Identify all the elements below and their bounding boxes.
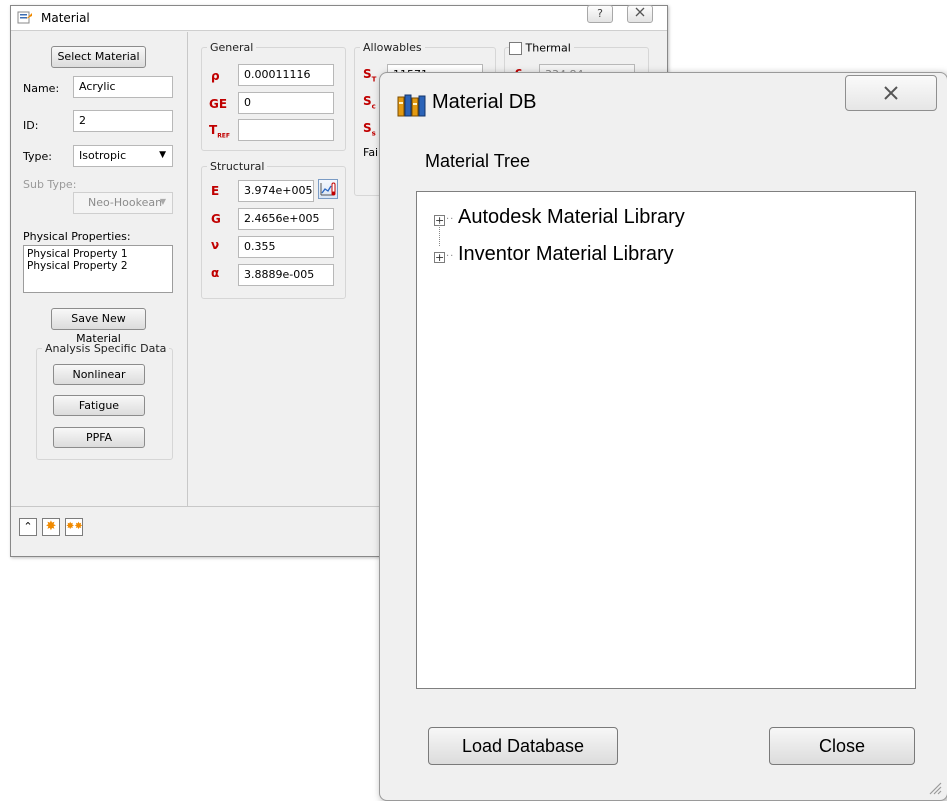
temperature-chart-icon <box>320 182 336 196</box>
tree-line <box>439 222 440 246</box>
dialog-close-x-button[interactable] <box>845 75 937 111</box>
tree-node-label[interactable]: Inventor Material Library <box>458 243 674 266</box>
type-select-value: Isotropic <box>79 149 127 162</box>
name-field[interactable]: Acrylic <box>73 76 173 98</box>
material-db-title: Material DB <box>432 91 537 113</box>
chevron-down-icon: ▼ <box>159 150 166 160</box>
structural-label: Structural <box>207 160 268 173</box>
fatigue-button[interactable]: Fatigue <box>53 395 145 416</box>
type-label: Type: <box>23 150 52 163</box>
expand-plus-icon[interactable]: + <box>434 252 445 263</box>
physical-properties-list[interactable]: Physical Property 1 Physical Property 2 <box>23 245 173 293</box>
type-select[interactable]: Isotropic ▼ <box>73 145 173 167</box>
analysis-specific-label: Analysis Specific Data <box>42 342 170 355</box>
resize-grip-icon[interactable] <box>926 779 942 795</box>
id-label: ID: <box>23 119 39 132</box>
e-field[interactable]: 3.974e+005 <box>238 180 314 202</box>
name-label: Name: <box>23 82 60 95</box>
g-symbol: G <box>211 212 221 226</box>
alpha-field[interactable]: 3.8889e-005 <box>238 264 334 286</box>
select-material-button[interactable]: Select Material <box>51 46 146 68</box>
material-title-bar: Material ? <box>11 5 667 31</box>
temperature-curve-button[interactable] <box>318 179 338 199</box>
ss-symbol: Ss <box>363 121 376 138</box>
ppfa-button[interactable]: PPFA <box>53 427 145 448</box>
subtype-select: Neo-Hookean ▼ <box>73 192 173 214</box>
chevron-down-icon: ▼ <box>159 197 166 206</box>
tree-connector: ·· <box>446 251 455 262</box>
ge-symbol: GE <box>209 97 228 111</box>
close-icon <box>635 7 645 17</box>
subtype-select-value: Neo-Hookean <box>88 196 163 209</box>
books-icon <box>397 94 426 117</box>
nonlinear-button[interactable]: Nonlinear <box>53 364 145 385</box>
rho-field[interactable]: 0.00011116 <box>238 64 334 86</box>
multi-sparkle-icon[interactable]: ✸✸ <box>65 518 83 536</box>
alpha-symbol: α <box>211 266 220 280</box>
list-item[interactable]: Physical Property 2 <box>27 260 169 272</box>
id-field[interactable]: 2 <box>73 110 173 132</box>
close-icon <box>884 86 898 100</box>
material-window-title: Material <box>41 11 90 25</box>
load-database-button[interactable]: Load Database <box>428 727 618 765</box>
material-tree-label: Material Tree <box>425 151 531 171</box>
thermal-header: Thermal <box>509 41 574 55</box>
help-button[interactable]: ? <box>587 5 613 23</box>
window-close-button[interactable] <box>627 5 653 23</box>
sc-symbol: Sc <box>363 94 376 111</box>
list-item[interactable]: Physical Property 1 <box>27 248 169 260</box>
material-tree[interactable]: + ·· Autodesk Material Library + ·· Inve… <box>416 191 916 689</box>
rho-symbol: ρ <box>211 69 220 83</box>
save-new-material-button[interactable]: Save New Material <box>51 308 146 345</box>
tree-node-label[interactable]: Autodesk Material Library <box>458 206 685 229</box>
tref-field[interactable] <box>238 119 334 141</box>
e-symbol: E <box>211 184 220 198</box>
panel-divider <box>187 32 188 506</box>
thermal-label: Thermal <box>525 41 571 55</box>
allowables-label: Allowables <box>360 41 425 54</box>
ge-field[interactable]: 0 <box>238 92 334 114</box>
subtype-label: Sub Type: <box>23 178 77 191</box>
tree-connector: ·· <box>446 214 455 225</box>
general-label: General <box>207 41 257 54</box>
collapse-up-icon[interactable]: ⌃ <box>19 518 37 536</box>
sparkle-icon[interactable]: ✸ <box>42 518 60 536</box>
tref-symbol: TREF <box>209 123 231 140</box>
physical-properties-label: Physical Properties: <box>23 230 131 243</box>
thermal-checkbox[interactable] <box>509 41 522 55</box>
nu-field[interactable]: 0.355 <box>238 236 334 258</box>
g-field[interactable]: 2.4656e+005 <box>238 208 334 230</box>
material-app-icon <box>17 11 32 24</box>
close-button[interactable]: Close <box>769 727 915 765</box>
st-symbol: ST <box>363 67 377 84</box>
nu-symbol: ν <box>211 238 220 252</box>
material-db-dialog: Material DB Material Tree + ·· Autodesk … <box>379 72 947 801</box>
